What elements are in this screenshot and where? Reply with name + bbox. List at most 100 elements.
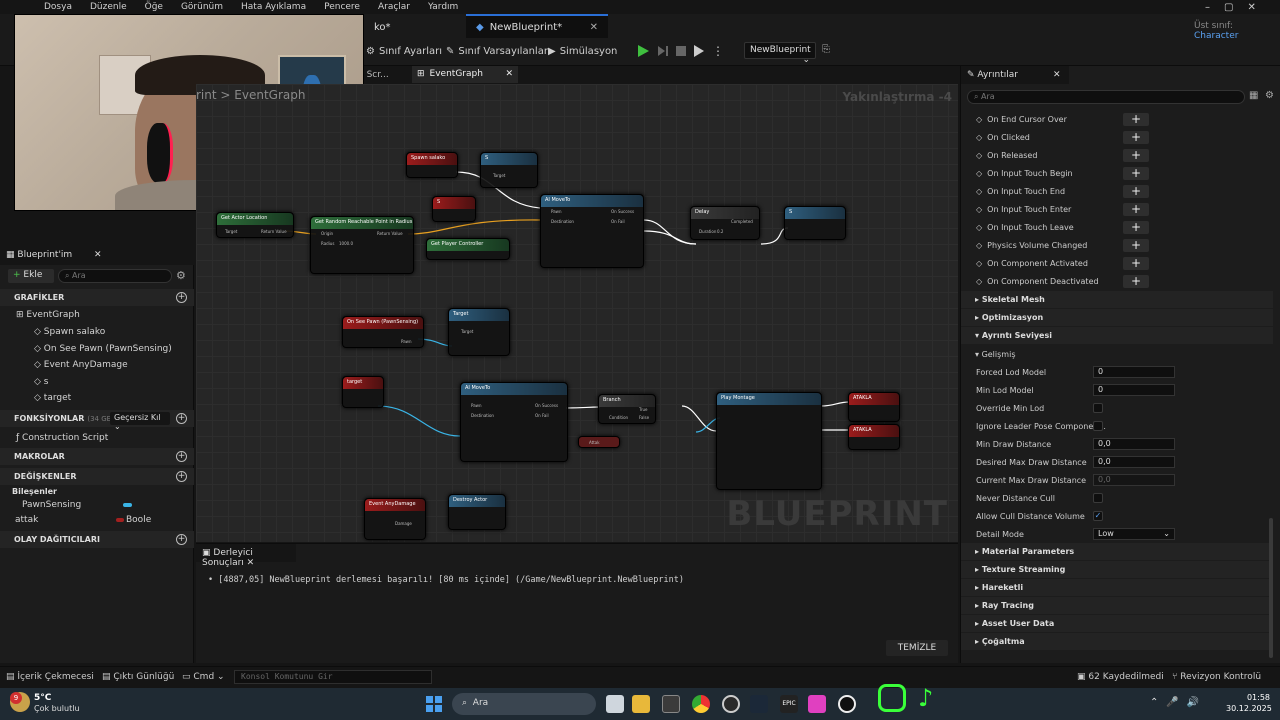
app-icon[interactable] [808, 695, 826, 713]
node-play-montage[interactable]: Play Montage [716, 392, 822, 490]
node-event-any-damage[interactable]: Event AnyDamage Damage [364, 498, 426, 540]
close-icon[interactable]: ✕ [247, 558, 255, 568]
add-variable-icon[interactable]: + [176, 471, 187, 482]
category-row[interactable]: ▸ Texture Streaming [961, 561, 1273, 578]
console-input[interactable]: Konsol Komutunu Gir [234, 670, 432, 684]
close-icon[interactable]: ✕ [505, 69, 513, 80]
node-branch[interactable]: Branch Condition True False [598, 394, 656, 424]
pin-value[interactable]: 0.2 [717, 229, 723, 234]
min-lod-input[interactable]: 0 [1093, 384, 1175, 396]
blueprint-search-input[interactable]: ⌕ Ara [58, 269, 172, 283]
add-event-button[interactable]: + [1123, 149, 1149, 162]
graph-item-target[interactable]: ◇ target [34, 393, 71, 403]
add-event-button[interactable]: + [1123, 257, 1149, 270]
tab-newblueprint[interactable]: ◆ NewBlueprint* ✕ [466, 14, 608, 38]
variable-type-label[interactable]: Boole [126, 515, 151, 525]
graph-item-any-damage[interactable]: ◇ Event AnyDamage [34, 360, 128, 370]
compiler-results-tab[interactable]: ▣ Derleyici Sonuçları ✕ [196, 544, 296, 568]
category-row[interactable]: ▸ Material Parameters [961, 543, 1273, 560]
node-atakla-1[interactable]: ATAKLA [848, 392, 900, 422]
section-event-dispatchers[interactable]: OLAY DAĞITICILARI [0, 531, 194, 548]
add-event-button[interactable]: + [1123, 185, 1149, 198]
category-row[interactable]: ▸ Çoğaltma [961, 633, 1273, 650]
add-event-button[interactable]: + [1123, 239, 1149, 252]
category-optimization[interactable]: ▸ Optimizasyon [961, 309, 1273, 326]
class-defaults-button[interactable]: ✎ Sınıf Varsayılanları [446, 43, 551, 59]
chrome-icon[interactable] [692, 695, 710, 713]
node-destroy-actor[interactable]: Destroy Actor [448, 494, 506, 530]
add-event-button[interactable]: + [1123, 131, 1149, 144]
system-tray-icons[interactable]: ⌃🎤🔊 [1150, 697, 1207, 708]
node-random-reachable-point[interactable]: Get Random Reachable Point in Radius Ori… [310, 216, 414, 274]
node-spawn-salako[interactable]: Spawn salako [406, 152, 458, 178]
category-row[interactable]: ▸ Hareketli [961, 579, 1273, 596]
override-min-lod-checkbox[interactable] [1093, 403, 1103, 413]
min-draw-input[interactable]: 0,0 [1093, 438, 1175, 450]
section-graphs[interactable]: GRAFİKLER [0, 289, 194, 306]
node-setter-2[interactable]: S [784, 206, 846, 240]
taskbar-search[interactable]: ⌕ Ara [452, 693, 596, 715]
menu-window[interactable]: Pencere [324, 2, 360, 12]
play-icon[interactable] [636, 44, 650, 58]
add-event-button[interactable]: + [1123, 275, 1149, 288]
graph-item-spawn[interactable]: ◇ Spawn salako [34, 327, 105, 337]
event-graph-canvas[interactable]: rint > EventGraph Yakınlaştırma -4 Spawn… [196, 84, 958, 542]
node-on-see-pawn[interactable]: On See Pawn (PawnSensing) Pawn [342, 316, 424, 348]
details-scrollbar[interactable] [1269, 518, 1273, 658]
graph-item-on-see-pawn[interactable]: ◇ On See Pawn (PawnSensing) [34, 344, 172, 354]
more-icon[interactable]: ⋮ [712, 44, 724, 58]
output-log-button[interactable]: ▤ Çıktı Günlüğü [102, 672, 174, 682]
property-matrix-icon[interactable]: ▦ [1249, 90, 1258, 101]
add-event-button[interactable]: + [1123, 167, 1149, 180]
node-setter-1[interactable]: S Target [480, 152, 538, 188]
parent-class-link[interactable]: Character [1194, 31, 1238, 41]
node-atakla-2[interactable]: ATAKLA [848, 424, 900, 450]
node-attak-getter[interactable]: Attak [578, 436, 620, 448]
steam-icon[interactable] [750, 695, 768, 713]
blueprint-debug-select[interactable]: NewBlueprint ⌄ [744, 42, 816, 65]
tab-construction-script[interactable]: n Scr... [358, 68, 410, 83]
add-graph-icon[interactable]: + [176, 292, 187, 303]
node-red-getter[interactable]: S [432, 196, 476, 222]
step-icon[interactable] [656, 44, 670, 58]
detail-mode-select[interactable]: Low ⌄ [1093, 528, 1175, 540]
eject-icon[interactable] [692, 44, 706, 58]
forced-lod-input[interactable]: 0 [1093, 366, 1175, 378]
file-explorer-icon[interactable] [632, 695, 650, 713]
menu-file[interactable]: Dosya [44, 2, 72, 12]
add-function-icon[interactable]: + [176, 413, 187, 424]
menu-debug[interactable]: Hata Ayıklama [241, 2, 306, 12]
variable-item-attak[interactable]: attak [15, 515, 38, 525]
my-blueprint-tab[interactable]: ▦ Blueprint'im ✕ [0, 247, 194, 265]
node-ai-moveto-2[interactable]: AI MoveTo Pawn Destination On Success On… [460, 382, 568, 462]
menu-asset[interactable]: Öğe [145, 2, 163, 12]
category-row[interactable]: ▸ Ray Tracing [961, 597, 1273, 614]
category-skeletal-mesh[interactable]: ▸ Skeletal Mesh [961, 291, 1273, 308]
clear-button[interactable]: TEMİZLE [886, 640, 948, 656]
details-tab[interactable]: ✎ Ayrıntılar ✕ [961, 66, 1069, 84]
node-target-event[interactable]: target [342, 376, 384, 408]
menu-view[interactable]: Görünüm [181, 2, 223, 12]
override-dropdown[interactable]: Geçersiz Kıl ⌄ [110, 412, 170, 431]
add-macro-icon[interactable]: + [176, 451, 187, 462]
stop-icon[interactable] [674, 44, 688, 58]
revision-control-button[interactable]: ⑂ Revizyon Kontrolü [1172, 672, 1261, 682]
class-settings-button[interactable]: ⚙ Sınıf Ayarları [366, 43, 442, 59]
section-variables[interactable]: DEĞİŞKENLER [0, 468, 194, 485]
ignore-leader-checkbox[interactable] [1093, 421, 1103, 431]
menu-tools[interactable]: Araçlar [378, 2, 410, 12]
never-cull-checkbox[interactable] [1093, 493, 1103, 503]
window-controls[interactable]: –▢✕ [1205, 2, 1270, 13]
add-event-button[interactable]: + [1123, 203, 1149, 216]
close-icon[interactable]: ✕ [590, 22, 598, 33]
category-level-of-detail[interactable]: ▾ Ayrıntı Seviyesi [961, 327, 1273, 344]
details-search-input[interactable]: ⌕ Ara [967, 90, 1245, 104]
add-event-button[interactable]: + [1123, 221, 1149, 234]
desired-max-input[interactable]: 0,0 [1093, 456, 1175, 468]
cmd-dropdown[interactable]: ▭ Cmd ⌄ [182, 672, 225, 682]
node-delay[interactable]: Delay Duration 0.2 Completed [690, 206, 760, 240]
store-icon[interactable] [662, 695, 680, 713]
section-macros[interactable]: MAKROLAR [0, 448, 194, 465]
unsaved-button[interactable]: ▣ 62 Kaydedilmedi [1077, 672, 1164, 682]
component-item-pawnsensing[interactable]: PawnSensing [22, 500, 81, 510]
